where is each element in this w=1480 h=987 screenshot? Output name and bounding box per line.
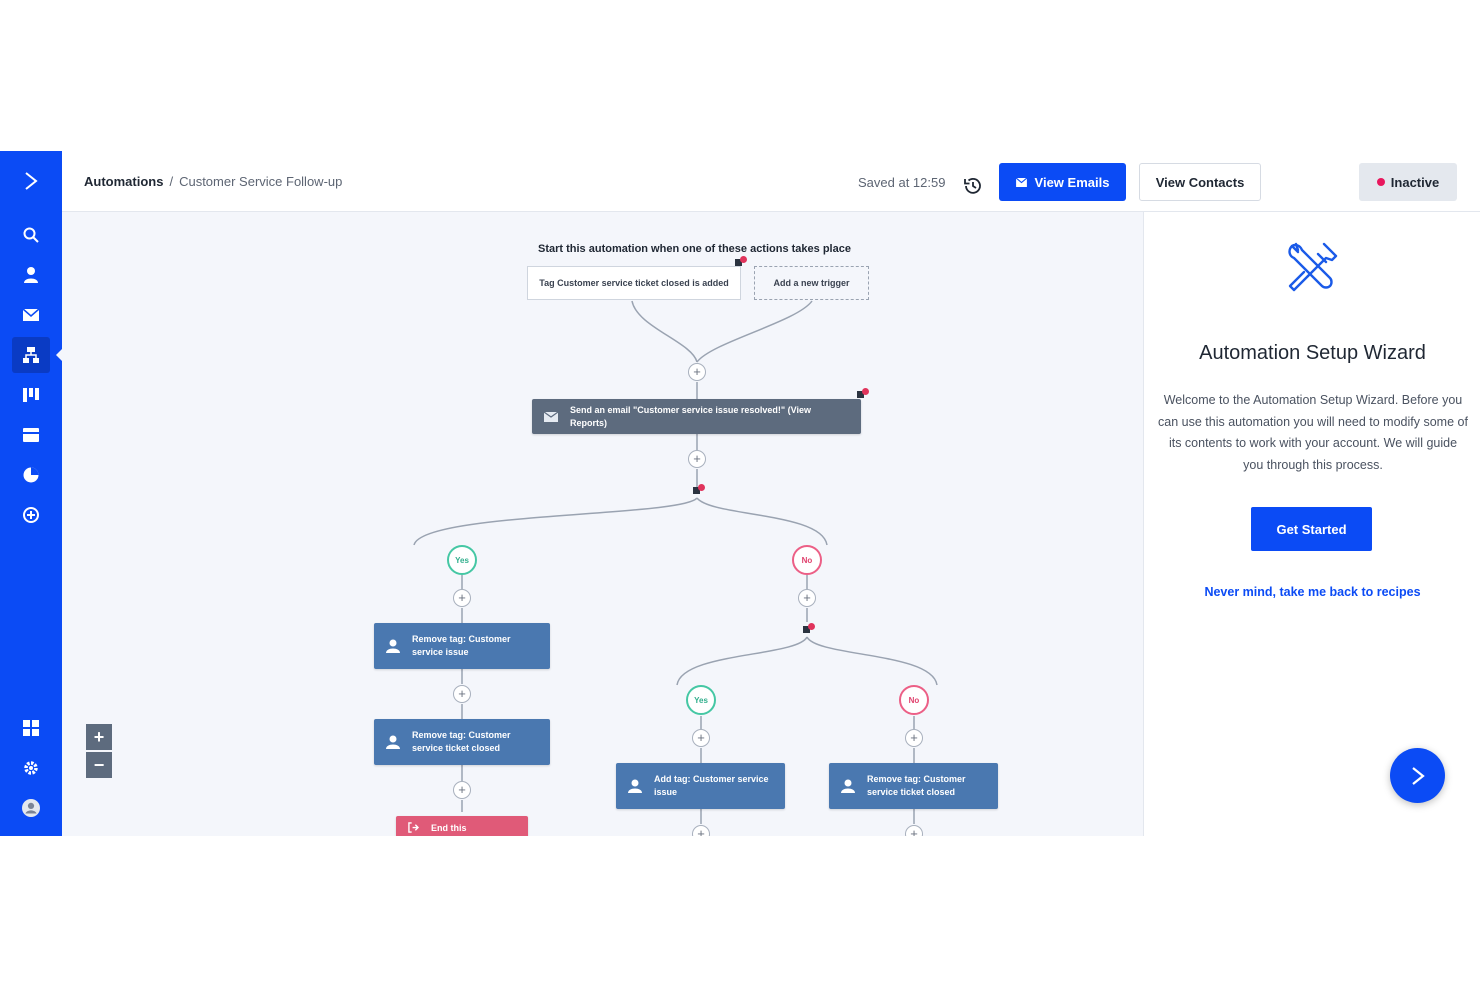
condition-badge-icon [803,623,815,633]
add-step-plus-icon[interactable]: + [688,363,706,381]
send-email-label: Send an email "Customer service issue re… [570,404,811,428]
trigger-tag-added-label: Tag Customer service ticket closed is ad… [539,278,729,288]
status-label: Inactive [1390,174,1440,190]
end-automation-action[interactable]: End this automation [396,816,528,836]
grid-icon[interactable] [0,708,62,748]
condition-badge-icon [693,484,705,494]
yes-branch-label: Yes [694,695,708,705]
end-automation-label: End this automation [431,823,467,833]
history-icon[interactable] [962,175,984,197]
add-tag-issue-action[interactable]: Add tag: Customer service issue [616,763,785,809]
user-icon [386,735,400,749]
add-step-plus-icon[interactable]: + [798,589,816,607]
send-email-action[interactable]: Send an email "Customer service issue re… [532,399,861,434]
top-bar: Automations / Customer Service Follow-up… [62,151,1480,212]
workflow-connectors [413,300,938,824]
trigger-heading: Start this automation when one of these … [538,243,851,255]
view-emails-button[interactable]: View Emails [999,163,1126,201]
help-fab-button[interactable] [1390,748,1445,803]
get-started-label: Get Started [1276,521,1347,537]
warning-badge-icon [857,388,869,398]
remove-tag-ticket-closed-label: Remove tag: Customer service ticket clos… [412,730,511,753]
user-icon [386,639,400,653]
back-to-recipes-link[interactable]: Never mind, take me back to recipes [1144,585,1480,599]
view-emails-label: View Emails [1034,174,1110,190]
no-branch-label: No [801,555,813,565]
breadcrumb-automations-link[interactable]: Automations [84,174,163,189]
user-icon[interactable] [0,255,62,295]
breadcrumb: Automations / Customer Service Follow-up [84,174,342,189]
search-icon[interactable] [0,215,62,255]
wizard-description: Welcome to the Automation Setup Wizard. … [1158,393,1468,472]
add-step-plus-icon[interactable]: + [453,781,471,799]
avatar-icon[interactable] [0,788,62,828]
view-contacts-label: View Contacts [1155,174,1245,190]
logo-chevron-icon[interactable] [0,161,62,201]
add-step-plus-icon[interactable]: + [692,825,710,836]
add-step-plus-icon[interactable]: + [692,729,710,747]
no-branch-label: No [908,695,920,705]
remove-tag-issue-action[interactable]: Remove tag: Customer service issue [374,623,550,669]
app-window: Automations / Customer Service Follow-up… [0,151,1480,836]
no-branch-node[interactable]: No [899,685,929,715]
add-step-plus-icon[interactable]: + [453,589,471,607]
add-step-plus-icon[interactable]: + [905,729,923,747]
forms-icon[interactable] [0,415,62,455]
wrench-screwdriver-icon [1288,242,1338,292]
remove-tag-ticket-closed-label-2: Remove tag: Customer service ticket clos… [867,774,966,797]
add-step-plus-icon[interactable]: + [453,685,471,703]
chevron-right-icon [1411,766,1425,785]
yes-branch-node[interactable]: Yes [447,545,477,575]
zoom-out-button[interactable]: − [86,752,112,778]
envelope-icon [1015,177,1027,187]
yes-branch-node[interactable]: Yes [686,685,716,715]
view-contacts-button[interactable]: View Contacts [1139,163,1261,201]
remove-tag-ticket-closed-action[interactable]: Remove tag: Customer service ticket clos… [374,719,550,765]
setup-wizard-panel: Automation Setup Wizard Welcome to the A… [1143,212,1480,836]
envelope-icon[interactable] [0,295,62,335]
status-toggle-button[interactable]: Inactive [1359,163,1457,201]
pie-chart-icon[interactable] [0,455,62,495]
yes-branch-label: Yes [455,555,469,565]
gear-icon[interactable] [0,748,62,788]
add-step-plus-icon[interactable]: + [905,825,923,836]
add-trigger-button[interactable]: Add a new trigger [754,266,869,300]
add-tag-issue-label: Add tag: Customer service issue [654,774,769,797]
add-step-plus-icon[interactable]: + [688,450,706,468]
sidebar [0,151,62,836]
user-icon [628,779,642,793]
trigger-tag-added[interactable]: Tag Customer service ticket closed is ad… [527,266,741,300]
remove-tag-ticket-closed-action-2[interactable]: Remove tag: Customer service ticket clos… [829,763,998,809]
kanban-icon[interactable] [0,375,62,415]
add-trigger-label: Add a new trigger [773,278,850,288]
envelope-icon [544,411,558,422]
user-icon [841,779,855,793]
workflow-canvas[interactable]: Start this automation when one of these … [62,212,1143,836]
status-dot-icon [1376,178,1385,186]
plus-circle-icon[interactable] [0,495,62,535]
zoom-controls: + − [86,724,112,778]
remove-tag-issue-label: Remove tag: Customer service issue [412,634,511,657]
get-started-button[interactable]: Get Started [1251,507,1372,551]
exit-icon [408,822,419,833]
zoom-in-button[interactable]: + [86,724,112,750]
saved-status: Saved at 12:59 [858,175,946,190]
breadcrumb-separator: / [169,174,174,189]
no-branch-node[interactable]: No [792,545,822,575]
wizard-title: Automation Setup Wizard [1199,342,1426,364]
warning-badge-icon [735,256,747,266]
sitemap-icon[interactable] [0,335,62,375]
breadcrumb-current: Customer Service Follow-up [179,174,343,189]
